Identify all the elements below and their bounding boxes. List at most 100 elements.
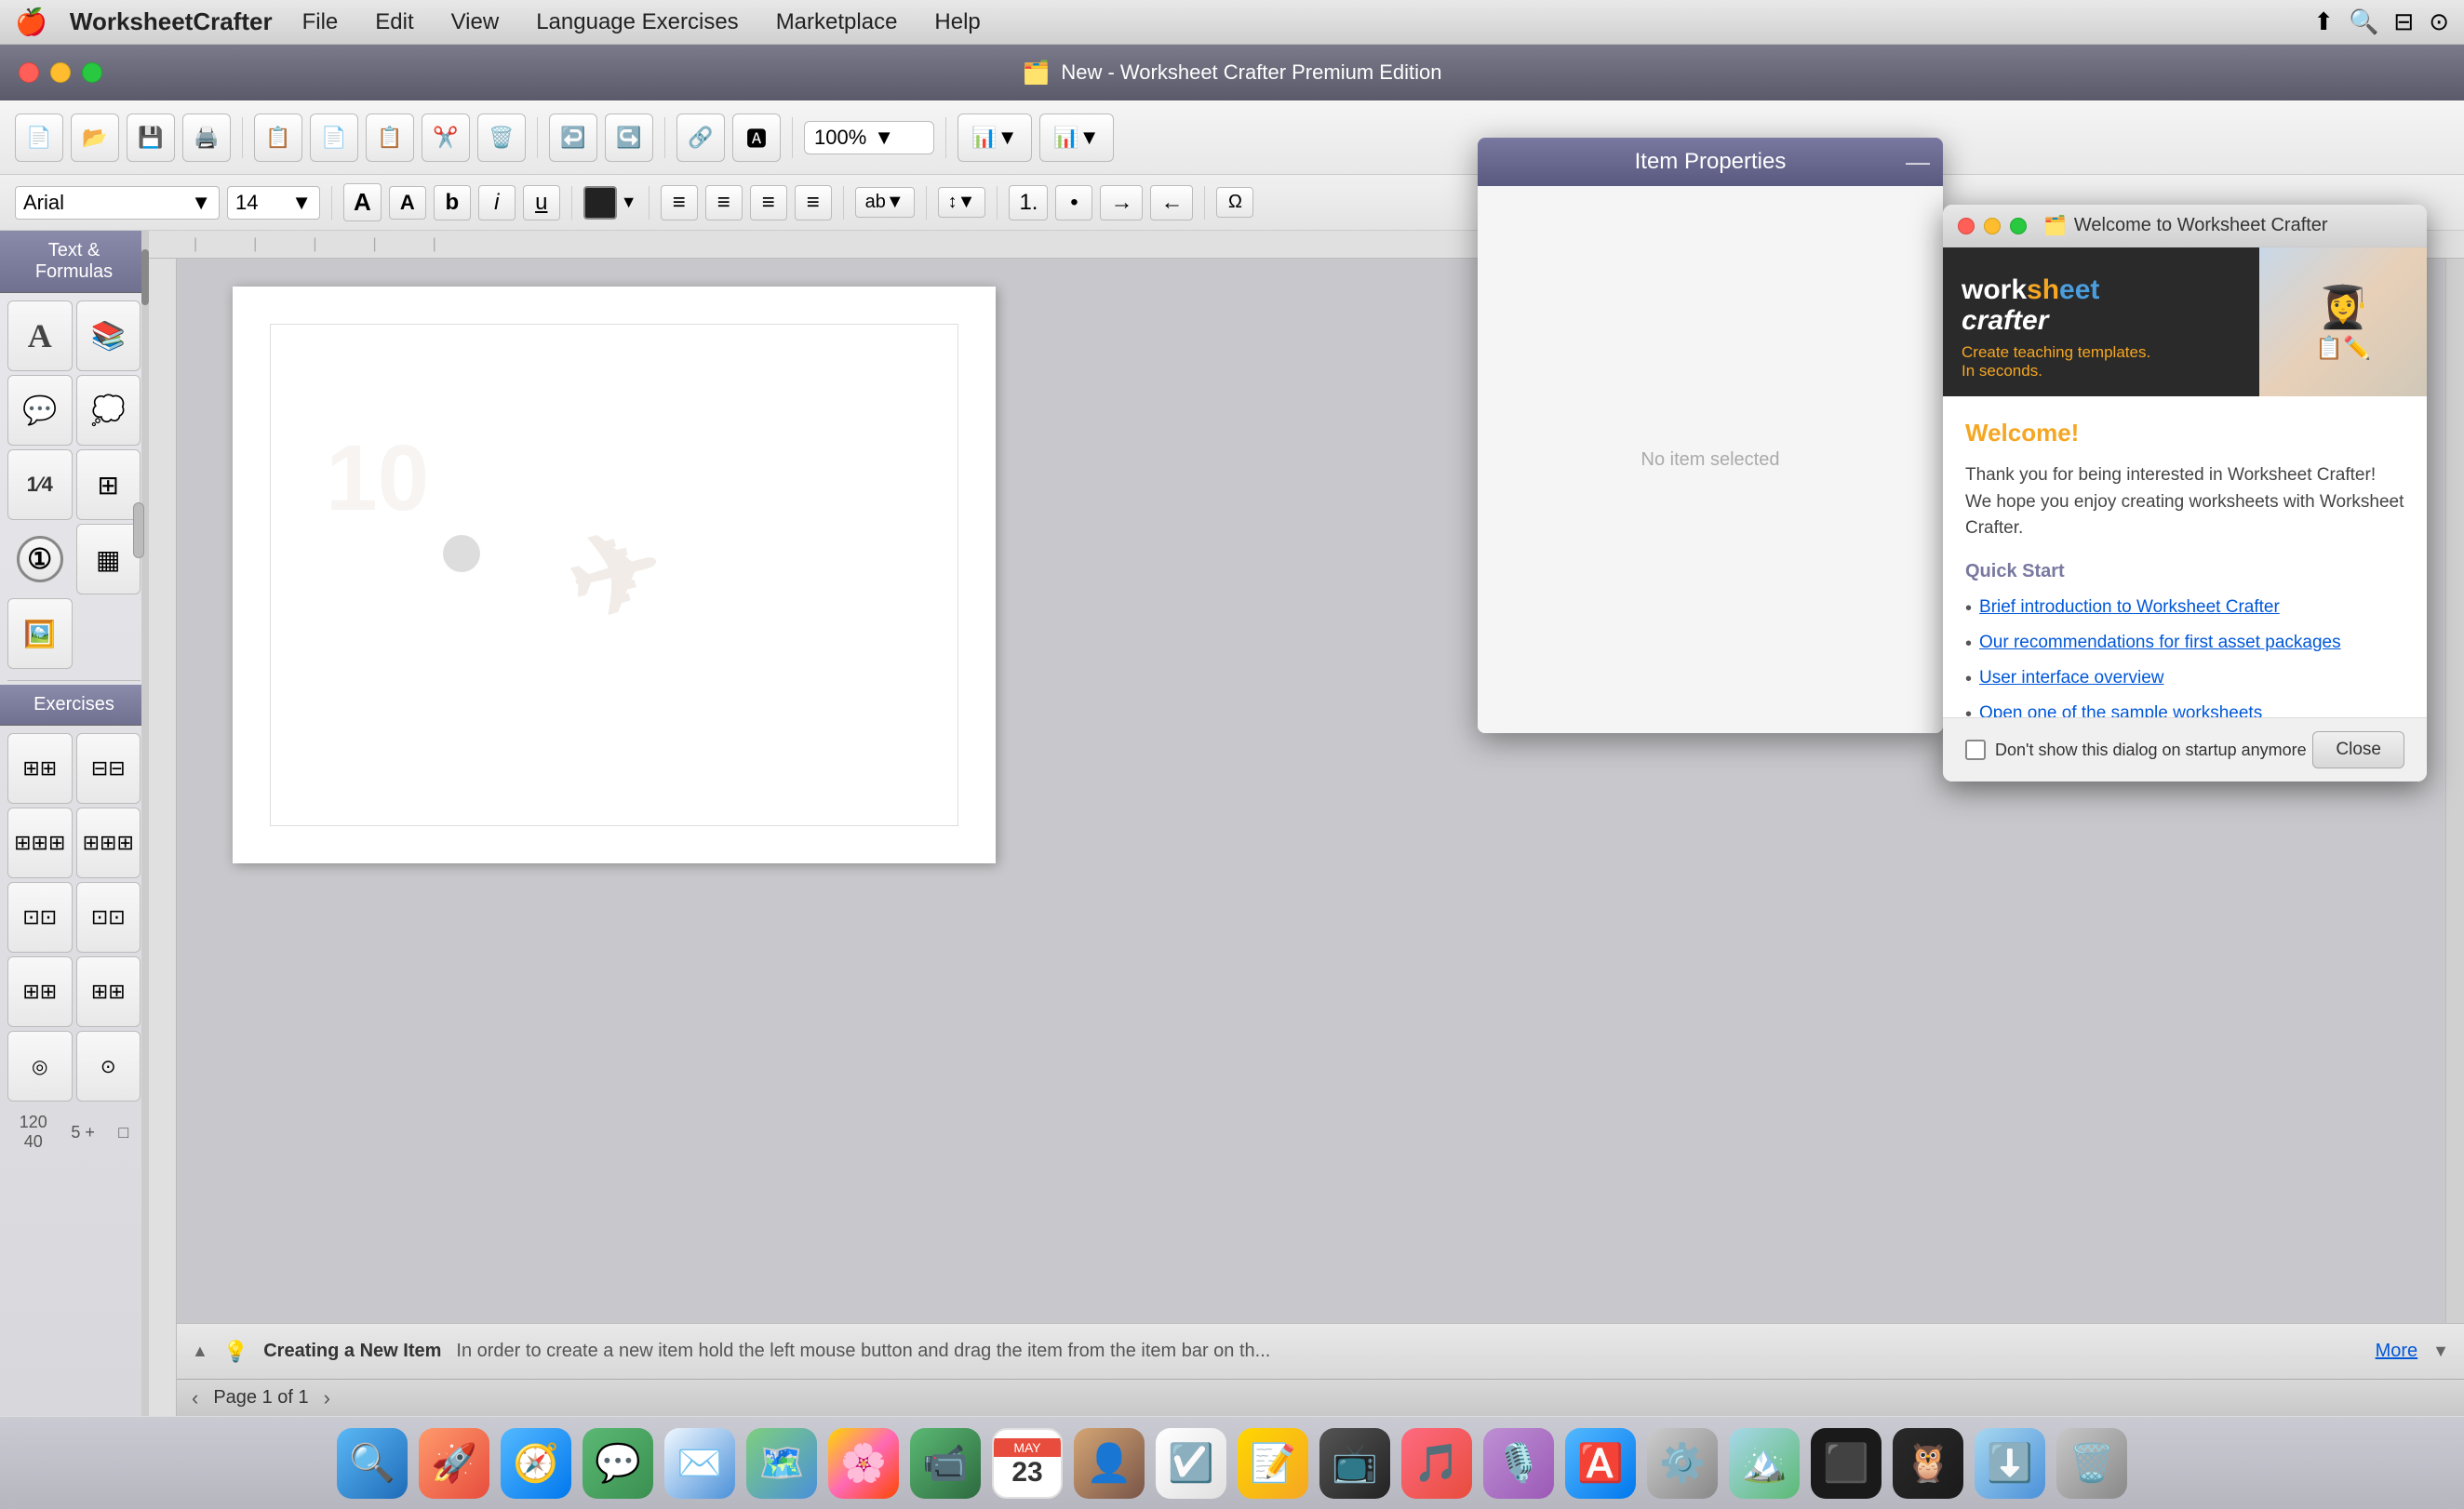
exercise-7-button[interactable]: ⊞⊞ [7,956,73,1027]
redo-button[interactable]: ↪️ [605,114,653,162]
ui-overview-link[interactable]: User interface overview [1979,665,2164,692]
apple-menu[interactable]: 🍎 [15,7,47,37]
decrease-font-button[interactable]: A [389,186,426,220]
first-asset-link[interactable]: Our recommendations for first asset pack… [1979,630,2341,657]
save-button[interactable]: 💾 [127,114,175,162]
siri-icon[interactable]: ⊙ [2429,7,2449,36]
open-button[interactable]: 📂 [71,114,119,162]
image-button[interactable]: 🖼️ [7,598,73,669]
qr-code-button[interactable]: ▦ [76,524,141,594]
delete-button[interactable]: 🗑️ [477,114,526,162]
spellcheck-button[interactable]: 🅰 [732,114,781,162]
font-color-button[interactable] [583,186,617,220]
highlight-button[interactable]: ab▼ [855,187,915,218]
welcome-close-button[interactable] [1958,218,1975,234]
exercise-4-button[interactable]: ⊞⊞⊞ [76,808,141,878]
more-link[interactable]: More [2376,1341,2418,1362]
dock-icon-reminders[interactable]: ☑️ [1156,1428,1226,1499]
add-item-button[interactable]: 🔗 [676,114,725,162]
dock-icon-messages[interactable]: 💬 [583,1428,653,1499]
sidebar-scrollbar-thumb[interactable] [141,249,149,305]
scroll-down-button[interactable]: ▼ [2432,1342,2449,1361]
no-show-checkbox[interactable] [1965,740,1986,760]
brief-intro-link[interactable]: Brief introduction to Worksheet Crafter [1979,594,2280,621]
exercise-6-button[interactable]: ⊡⊡ [76,882,141,953]
dock-icon-appstore[interactable]: 🅰️ [1565,1428,1636,1499]
exercise-9-button[interactable]: ◎ [7,1031,73,1102]
increase-indent-button[interactable]: → [1100,185,1143,220]
no-show-checkbox-container[interactable]: Don't show this dialog on startup anymor… [1965,740,2307,760]
prev-page-button[interactable]: ‹ [192,1386,198,1410]
dock-icon-mountainlion[interactable]: 🏔️ [1729,1428,1800,1499]
close-window-button[interactable] [19,62,39,83]
dock-icon-launchpad[interactable]: 🚀 [419,1428,489,1499]
exercise-2-button[interactable]: ⊟⊟ [76,733,141,804]
cut-button[interactable]: ✂️ [422,114,470,162]
menu-file[interactable]: File [295,6,346,39]
new-button[interactable]: 📄 [15,114,63,162]
dock-icon-facetime[interactable]: 📹 [910,1428,981,1499]
font-size-selector[interactable]: 14 ▼ [227,186,320,220]
align-left-button[interactable]: ≡ [661,185,698,220]
dock-icon-podcasts[interactable]: 🎙️ [1483,1428,1554,1499]
scroll-up-button[interactable]: ▲ [192,1342,208,1361]
dock-icon-finder[interactable]: 🔍 [337,1428,408,1499]
dock-icon-notes[interactable]: 📝 [1238,1428,1308,1499]
align-right-button[interactable]: ≡ [750,185,787,220]
search-icon[interactable]: 🔍 [2349,7,2378,36]
special-char-button[interactable]: Ω [1216,187,1253,218]
bold-button[interactable]: b [434,185,471,220]
dock-icon-terminal[interactable]: ⬛ [1811,1428,1881,1499]
exercise-1-button[interactable]: ⊞⊞ [7,733,73,804]
dock-icon-appletv[interactable]: 📺 [1319,1428,1390,1499]
fraction-button[interactable]: 1⁄4 [7,449,73,520]
canvas-vertical-scrollbar[interactable] [2445,259,2464,1416]
copy-button[interactable]: 📄 [310,114,358,162]
minimize-panel-button[interactable]: — [1906,148,1930,177]
exercise-10-button[interactable]: ⊙ [76,1031,141,1102]
dock-icon-maps[interactable]: 🗺️ [746,1428,817,1499]
menu-edit[interactable]: Edit [368,6,421,39]
unordered-list-button[interactable]: • [1055,185,1092,220]
maximize-window-button[interactable] [82,62,102,83]
undo-button[interactable]: ↩️ [549,114,597,162]
dock-icon-systemprefs[interactable]: ⚙️ [1647,1428,1718,1499]
sidebar-scrollbar[interactable] [141,231,149,1416]
underline-button[interactable]: u [523,185,560,220]
print-button[interactable]: 🖨️ [182,114,231,162]
font-family-selector[interactable]: Arial ▼ [15,186,220,220]
align-justify-button[interactable]: ≡ [795,185,832,220]
increase-font-button[interactable]: A [343,183,382,221]
menu-view[interactable]: View [444,6,507,39]
dock-icon-photos[interactable]: 🌸 [828,1428,899,1499]
zoom-selector[interactable]: 100% ▼ [804,121,934,154]
dock-icon-mail[interactable]: ✉️ [664,1428,735,1499]
paste-button[interactable]: 📋 [366,114,414,162]
dock-icon-calendar[interactable]: MAY23 [992,1428,1063,1499]
dock-icon-downloader[interactable]: ⬇️ [1975,1428,2045,1499]
book-item-button[interactable]: 📚 [76,300,141,371]
minimize-window-button[interactable] [50,62,71,83]
speech-bubble-button[interactable]: 💬 [7,375,73,446]
sample-worksheets-link[interactable]: Open one of the sample worksheets [1979,701,2262,718]
pie-chart-button[interactable]: 📊▼ [1039,114,1114,162]
color-dropdown-icon[interactable]: ▼ [621,193,637,212]
dock-icon-trash[interactable]: 🗑️ [2056,1428,2127,1499]
line-spacing-button[interactable]: ↕▼ [938,187,986,218]
welcome-maximize-button[interactable] [2010,218,2027,234]
menu-language-exercises[interactable]: Language Exercises [529,6,745,39]
sidebar-resize-handle[interactable] [133,502,144,558]
exercise-8-button[interactable]: ⊞⊞ [76,956,141,1027]
italic-button[interactable]: i [478,185,516,220]
number-button[interactable]: ① [17,536,63,582]
dock-icon-safari[interactable]: 🧭 [501,1428,571,1499]
table-button[interactable]: ⊞ [76,449,141,520]
decrease-indent-button[interactable]: ← [1150,185,1193,220]
menu-marketplace[interactable]: Marketplace [769,6,905,39]
dock-icon-contacts[interactable]: 👤 [1074,1428,1145,1499]
exercise-3-button[interactable]: ⊞⊞⊞ [7,808,73,878]
dock-icon-worksheetcrafter[interactable]: 🦉 [1893,1428,1963,1499]
control-center-icon[interactable]: ⊟ [2393,7,2414,36]
dock-icon-music[interactable]: 🎵 [1401,1428,1472,1499]
bar-chart-button[interactable]: 📊▼ [957,114,1032,162]
